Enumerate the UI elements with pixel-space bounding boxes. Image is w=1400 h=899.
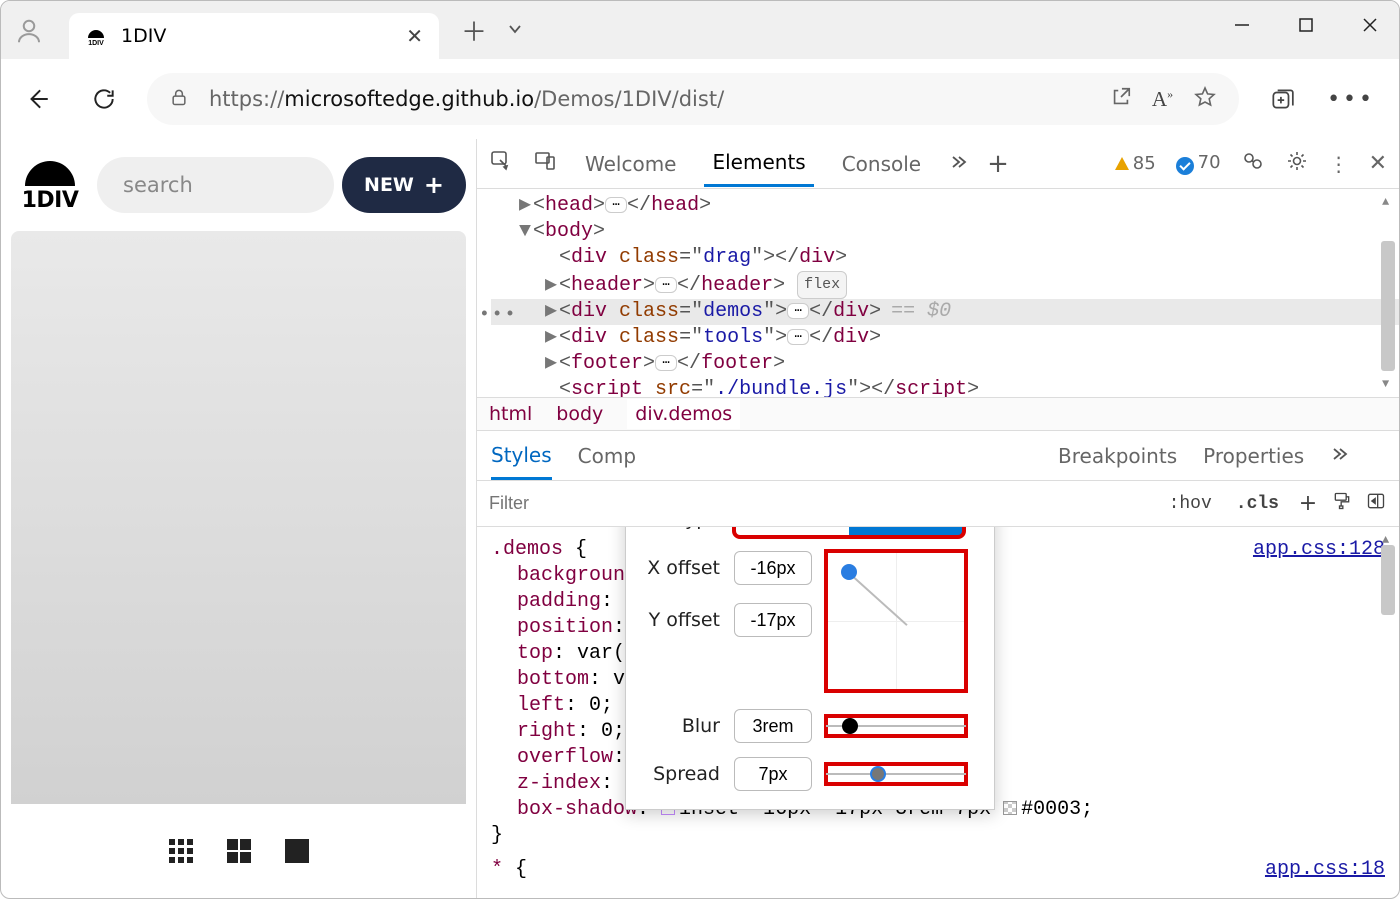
new-button[interactable]: NEW +	[342, 157, 466, 213]
blur-input[interactable]	[734, 709, 812, 743]
demo-canvas[interactable]	[11, 231, 466, 804]
view-switcher	[11, 816, 466, 886]
tab-title: 1DIV	[121, 25, 392, 47]
blur-slider[interactable]	[826, 716, 966, 736]
warning-count[interactable]: 85	[1115, 153, 1156, 174]
dom-breadcrumbs[interactable]: html body div.demos	[477, 397, 1399, 431]
browser-toolbar: https://microsoftedge.github.io/Demos/1D…	[1, 59, 1399, 139]
page-content: 1DIV search NEW +	[1, 139, 476, 898]
shadow-type-toggle[interactable]: Outset Inset	[734, 527, 964, 537]
single-view-icon[interactable]	[283, 837, 311, 865]
paint-icon[interactable]	[1327, 491, 1357, 516]
box-shadow-editor: Type Outset Inset X offset	[625, 527, 995, 810]
collections-icon[interactable]	[1269, 86, 1295, 112]
tab-console[interactable]: Console	[834, 142, 929, 186]
open-external-icon[interactable]	[1110, 86, 1132, 113]
cls-toggle[interactable]: .cls	[1226, 490, 1289, 518]
address-bar[interactable]: https://microsoftedge.github.io/Demos/1D…	[147, 73, 1239, 125]
browser-tab[interactable]: 1DIV 1DIV ✕	[69, 13, 439, 59]
grid-small-icon[interactable]	[167, 837, 195, 865]
tabstrip: 1DIV 1DIV ✕ ＋	[1, 1, 1399, 59]
tab-elements[interactable]: Elements	[704, 140, 813, 187]
hov-toggle[interactable]: :hov	[1159, 490, 1222, 518]
settings-icon[interactable]	[1285, 149, 1309, 178]
spread-input[interactable]	[734, 757, 812, 791]
styles-subtabs: Styles Comp Breakpoints Properties	[477, 431, 1399, 481]
subtab-styles[interactable]: Styles	[491, 443, 552, 480]
sidepanel-icon[interactable]	[1361, 491, 1391, 516]
tab-overflow-icon[interactable]	[507, 21, 523, 41]
favorite-icon[interactable]	[1193, 85, 1217, 114]
devtools-panel: Welcome Elements Console + 85 70 ⋮ ✕	[476, 139, 1399, 898]
styles-rules[interactable]: app.css:128 .demos { background: padding…	[477, 527, 1399, 898]
outset-option[interactable]: Outset	[735, 527, 849, 536]
profile-button[interactable]	[7, 9, 51, 53]
inspect-icon[interactable]	[489, 149, 513, 178]
y-offset-input[interactable]	[734, 603, 812, 637]
tab-close-icon[interactable]: ✕	[406, 24, 423, 48]
tab-welcome[interactable]: Welcome	[577, 142, 684, 186]
window-close-icon[interactable]	[1359, 15, 1381, 39]
back-button[interactable]	[15, 76, 61, 122]
kebab-icon[interactable]: ⋮	[1329, 152, 1349, 176]
spread-slider[interactable]	[826, 764, 966, 784]
lock-icon	[169, 87, 189, 112]
subtab-breakpoints[interactable]: Breakpoints	[1058, 444, 1177, 468]
grid-large-icon[interactable]	[225, 837, 253, 865]
styles-filter-input[interactable]	[485, 489, 781, 519]
xy-offset-pad[interactable]	[826, 551, 966, 691]
url-text: https://microsoftedge.github.io/Demos/1D…	[209, 87, 1090, 111]
new-rule-icon[interactable]: +	[1293, 491, 1323, 516]
add-tab-icon[interactable]: +	[987, 149, 1009, 179]
subtab-properties[interactable]: Properties	[1203, 444, 1304, 468]
info-count[interactable]: 70	[1176, 152, 1221, 175]
new-tab-icon[interactable]: ＋	[461, 12, 487, 49]
favicon: 1DIV	[85, 25, 107, 47]
devtools-tabs: Welcome Elements Console + 85 70 ⋮ ✕	[477, 139, 1399, 189]
window-maximize-icon[interactable]	[1295, 15, 1317, 39]
search-input[interactable]: search	[97, 157, 334, 213]
plus-icon: +	[424, 171, 444, 199]
issues-icon[interactable]	[1241, 149, 1265, 178]
window-minimize-icon[interactable]	[1231, 15, 1253, 39]
more-subtabs-icon[interactable]	[1330, 444, 1348, 468]
inset-option[interactable]: Inset	[849, 527, 963, 536]
more-icon[interactable]: •••	[1327, 87, 1375, 112]
read-aloud-icon[interactable]: A»	[1152, 87, 1173, 112]
styles-toolbar: :hov .cls +	[477, 481, 1399, 527]
source-link[interactable]: app.css:128	[1253, 537, 1385, 563]
svg-text:1DIV: 1DIV	[88, 40, 104, 46]
device-toggle-icon[interactable]	[533, 149, 557, 178]
devtools-close-icon[interactable]: ✕	[1369, 151, 1387, 176]
source-link-2[interactable]: app.css:18	[1265, 857, 1385, 883]
x-offset-input[interactable]	[734, 551, 812, 585]
dom-tree[interactable]: ▶<head>⋯</head> ▼<body> <div class="drag…	[477, 189, 1399, 397]
reload-button[interactable]	[81, 76, 127, 122]
more-tabs-icon[interactable]	[949, 152, 967, 176]
subtab-computed[interactable]: Comp	[578, 444, 636, 468]
app-logo: 1DIV	[11, 151, 89, 219]
